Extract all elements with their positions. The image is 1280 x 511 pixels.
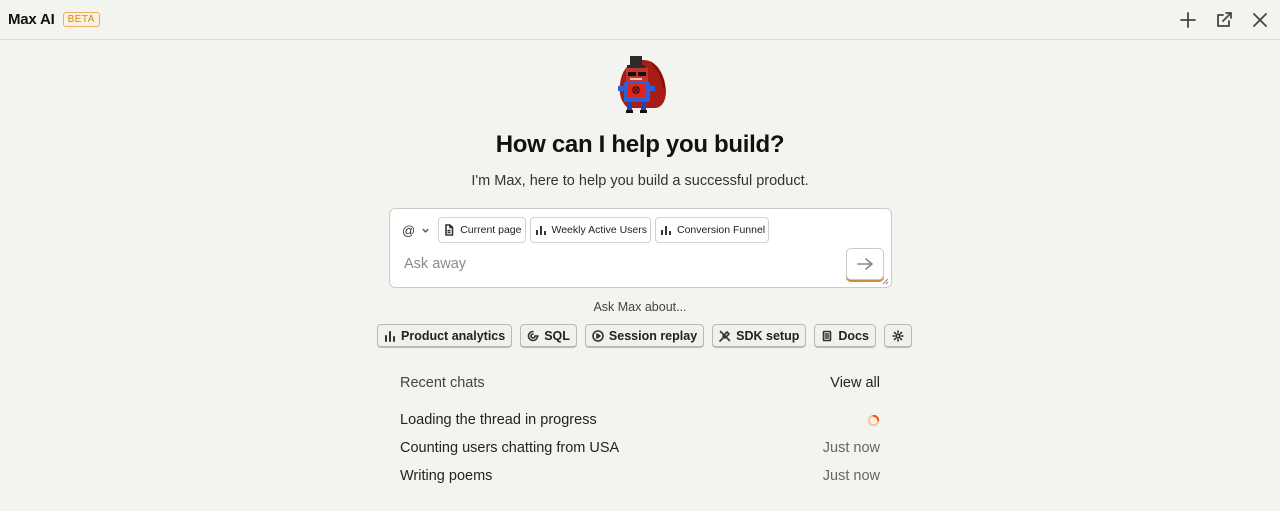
- chat-input-box: @ Current page Weekly Active Users Conve…: [389, 208, 892, 288]
- play-icon: [592, 329, 604, 342]
- page-subtitle: I'm Max, here to help you build a succes…: [471, 173, 809, 189]
- database-icon: [527, 330, 540, 341]
- suggestion-session-replay[interactable]: Session replay: [584, 324, 705, 348]
- beta-badge: BETA: [62, 12, 100, 27]
- chat-name: Writing poems: [400, 468, 493, 484]
- recent-chats-header: Recent chats View all: [400, 372, 880, 394]
- chat-name: Counting users chatting from USA: [400, 440, 620, 456]
- top-bar: Max AI BETA: [0, 0, 1280, 40]
- list-item[interactable]: Writing poems Just now: [400, 462, 880, 490]
- close-icon: [1253, 13, 1267, 27]
- plug-icon: [719, 330, 731, 342]
- mention-context-button[interactable]: @: [398, 217, 434, 243]
- arrow-right-icon: [857, 258, 873, 270]
- mention-label: @: [402, 222, 416, 238]
- suggestion-label: SDK setup: [736, 328, 800, 343]
- list-item[interactable]: Loading the thread in progress: [400, 406, 880, 434]
- context-chip-label: Current page: [460, 224, 522, 236]
- suggestion-settings[interactable]: [883, 324, 912, 348]
- max-hedgehog-mascot: [618, 56, 666, 113]
- suggestion-label: Docs: [838, 328, 869, 343]
- suggestion-buttons: Product analytics SQL Session replay SDK…: [377, 324, 912, 348]
- chat-time: Just now: [822, 440, 880, 456]
- chat-time: Just now: [822, 468, 880, 484]
- page-title: How can I help you build?: [495, 131, 785, 158]
- suggestion-sdk-setup[interactable]: SDK setup: [712, 324, 807, 348]
- context-chip-label: Conversion Funnel: [677, 224, 766, 236]
- suggestions-heading: Ask Max about...: [593, 300, 687, 314]
- chat-list: Loading the thread in progress Counting …: [400, 406, 880, 490]
- app-title: Max AI: [8, 11, 55, 28]
- resize-handle[interactable]: [882, 278, 889, 285]
- bar-chart-icon: [535, 226, 546, 235]
- context-chip-conversion-funnel[interactable]: Conversion Funnel: [655, 217, 770, 243]
- view-all-link[interactable]: View all: [830, 375, 880, 391]
- loading-spinner-icon: [867, 414, 880, 426]
- close-button[interactable]: [1250, 10, 1270, 30]
- open-external-button[interactable]: [1214, 10, 1234, 30]
- suggestion-label: Product analytics: [401, 328, 506, 343]
- suggestion-sql[interactable]: SQL: [520, 324, 577, 348]
- suggestion-product-analytics[interactable]: Product analytics: [377, 324, 513, 348]
- plus-icon: [1180, 12, 1196, 28]
- chevron-down-icon: [422, 228, 429, 233]
- chat-name: Loading the thread in progress: [400, 412, 597, 428]
- list-item[interactable]: Counting users chatting from USA Just no…: [400, 434, 880, 462]
- bar-chart-icon: [661, 226, 671, 235]
- suggestion-docs[interactable]: Docs: [814, 324, 876, 348]
- gear-icon: [892, 329, 904, 342]
- context-chip-current-page[interactable]: Current page: [438, 217, 526, 243]
- recent-chats: Recent chats View all Loading the thread…: [400, 372, 880, 490]
- context-row: @ Current page Weekly Active Users Conve…: [398, 217, 770, 243]
- send-button[interactable]: [846, 248, 884, 280]
- open-external-icon: [1217, 12, 1232, 27]
- context-chip-label: Weekly Active Users: [551, 224, 648, 236]
- suggestion-label: Session replay: [608, 328, 698, 343]
- ask-input[interactable]: [402, 255, 822, 273]
- suggestion-label: SQL: [544, 328, 570, 343]
- new-chat-button[interactable]: [1178, 10, 1198, 30]
- context-chip-weekly-active-users[interactable]: Weekly Active Users: [529, 217, 651, 243]
- window-actions: [1178, 0, 1270, 40]
- recent-chats-title: Recent chats: [400, 375, 485, 391]
- document-icon: [445, 224, 454, 236]
- book-icon: [823, 330, 832, 341]
- bar-chart-icon: [385, 330, 395, 342]
